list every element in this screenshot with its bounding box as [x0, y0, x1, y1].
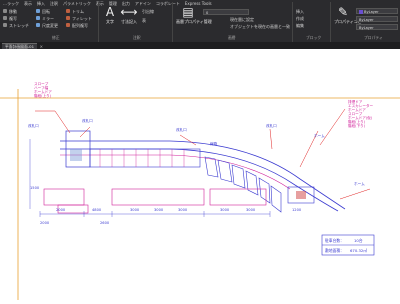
concourse-area — [70, 149, 82, 161]
info-label: 駐車台数： — [325, 238, 344, 243]
ribbon-separator — [330, 2, 331, 42]
fillet-button[interactable]: フィレット — [72, 16, 92, 21]
copy-icon[interactable] — [3, 16, 7, 20]
callout-label: 改札口 — [82, 118, 93, 123]
track-line — [60, 148, 339, 212]
dimension-text: 3000 — [246, 208, 256, 212]
dimension-text: 1200 — [292, 208, 302, 212]
ribbon-separator — [292, 2, 293, 42]
legend-item: 階段(下り) — [348, 123, 366, 128]
east-facility — [296, 191, 306, 199]
callout-label: ホーム — [354, 181, 365, 186]
block-group-label: ブロック — [306, 35, 322, 40]
block-create-button[interactable]: 作成 — [296, 16, 304, 21]
stretch-icon[interactable] — [3, 23, 7, 27]
block-insert-button[interactable]: 挿入 — [296, 9, 304, 14]
layer-icon: ▤ — [182, 5, 194, 19]
document-tab-bar: 平面計画図面-01 × — [0, 42, 400, 49]
leader-button[interactable]: 引出線 — [142, 9, 154, 14]
move-button[interactable]: 移動 — [9, 9, 17, 14]
dimension-text: 2000 — [40, 221, 50, 225]
ribbon: …ラック 表示 挿入 注釈 パラメトリック 表示 管理 出力 アドイン コラボレ… — [0, 0, 400, 49]
drawing-canvas[interactable]: スロープ ハーフ幅 ホームドア 階段(上り) 排煙ドア エスカレーター ホームド… — [0, 49, 400, 300]
info-label: 敷地面積： — [325, 248, 344, 253]
callout-label: 改札口 — [266, 123, 277, 128]
info-value: 670.32㎡ — [350, 248, 367, 253]
menu-item[interactable]: …ラック — [3, 0, 19, 7]
properties-group-label: プロパティ — [364, 35, 383, 40]
layer-group-label: 画層 — [228, 35, 236, 40]
dimension-text: 2000 — [56, 208, 66, 212]
text-button[interactable]: A 文字 — [103, 6, 117, 25]
parking-bays — [204, 156, 282, 213]
info-table: 駐車台数： 10台 敷地面積： 670.32㎡ — [321, 234, 375, 256]
dimension-button[interactable]: ⟷ 寸法記入 — [119, 6, 139, 25]
copy-button[interactable]: 複写 — [9, 16, 17, 21]
dimension-icon: ⟷ — [120, 5, 138, 19]
text-icon: A — [105, 5, 115, 19]
rotate-icon[interactable] — [36, 9, 40, 13]
callout-label: 改札口 — [28, 123, 39, 128]
mirror-button[interactable]: ミラー — [42, 16, 54, 21]
match-layer-button[interactable]: オブジェクトを現在の画層と一致 — [230, 24, 290, 29]
legend-item: 階段(上り) — [34, 93, 52, 98]
platform-divisions — [99, 149, 185, 167]
scale-button[interactable]: 尺度変更 — [42, 23, 58, 28]
menu-item[interactable]: パラメトリック — [63, 0, 91, 7]
match-properties-button[interactable]: ✎ プロパティコピー — [334, 5, 366, 25]
menu-item[interactable]: 注釈 — [50, 0, 58, 7]
scale-icon[interactable] — [36, 23, 40, 27]
ribbon-separator — [172, 2, 173, 42]
dimension-text: 3000 — [220, 208, 230, 212]
dimension-text: 3000 — [178, 208, 188, 212]
annotation-group-label: 注釈 — [133, 35, 141, 40]
cad-drawing: スロープ ハーフ幅 ホームドア 階段(上り) 排煙ドア エスカレーター ホームド… — [0, 81, 400, 300]
dimension-text: 4800 — [92, 208, 102, 212]
move-icon[interactable] — [3, 9, 7, 13]
trim-icon[interactable] — [66, 9, 70, 13]
dimension-text: 2600 — [100, 221, 110, 225]
layer-properties-button[interactable]: ▤ 画層プロパティ管理 — [176, 5, 212, 25]
modify-group-label: 修正 — [52, 35, 60, 40]
callout-label: 改札口 — [176, 127, 187, 132]
trim-button[interactable]: トリム — [72, 9, 84, 14]
callout-label: 線路 — [210, 141, 218, 146]
ribbon-separator — [98, 2, 99, 42]
info-value: 10台 — [354, 238, 363, 243]
dimension-text: 1500 — [30, 186, 40, 190]
block-edit-button[interactable]: 編集 — [296, 23, 304, 28]
color-swatch — [359, 10, 363, 14]
set-current-layer-button[interactable]: 現在層に設定 — [230, 17, 254, 22]
rotate-button[interactable]: 回転 — [42, 9, 50, 14]
mirror-icon[interactable] — [36, 16, 40, 20]
color-dropdown[interactable]: ByLayer — [356, 8, 398, 14]
dimension-text: 3000 — [154, 208, 164, 212]
platform-block — [89, 148, 201, 168]
dimension-text: 3000 — [130, 208, 140, 212]
paintbrush-icon: ✎ — [337, 5, 349, 19]
lineweight-dropdown[interactable]: ByLayer — [356, 24, 398, 30]
array-icon[interactable] — [66, 23, 70, 27]
linetype-dropdown[interactable]: ByLayer — [356, 16, 398, 22]
platform-edge — [60, 154, 291, 190]
fillet-icon[interactable] — [66, 16, 70, 20]
array-button[interactable]: 配列複写 — [72, 23, 88, 28]
menu-item[interactable]: 表示 — [24, 0, 32, 7]
callout-label: ホーム — [314, 133, 325, 138]
stretch-button[interactable]: ストレッチ — [9, 23, 29, 28]
table-button[interactable]: 表 — [142, 18, 146, 23]
menu-item[interactable]: 挿入 — [37, 0, 45, 7]
layer-dropdown[interactable]: 0 — [203, 9, 249, 15]
